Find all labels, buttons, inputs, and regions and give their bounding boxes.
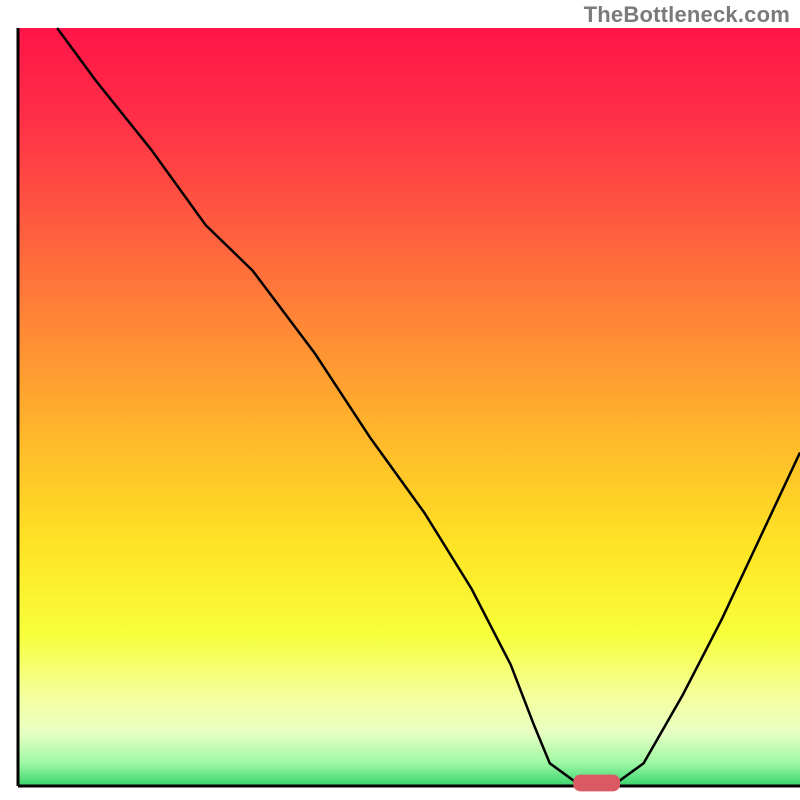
optimal-marker	[573, 775, 620, 792]
bottleneck-chart	[0, 0, 800, 800]
chart-container: TheBottleneck.com	[0, 0, 800, 800]
plot-background	[18, 28, 800, 786]
